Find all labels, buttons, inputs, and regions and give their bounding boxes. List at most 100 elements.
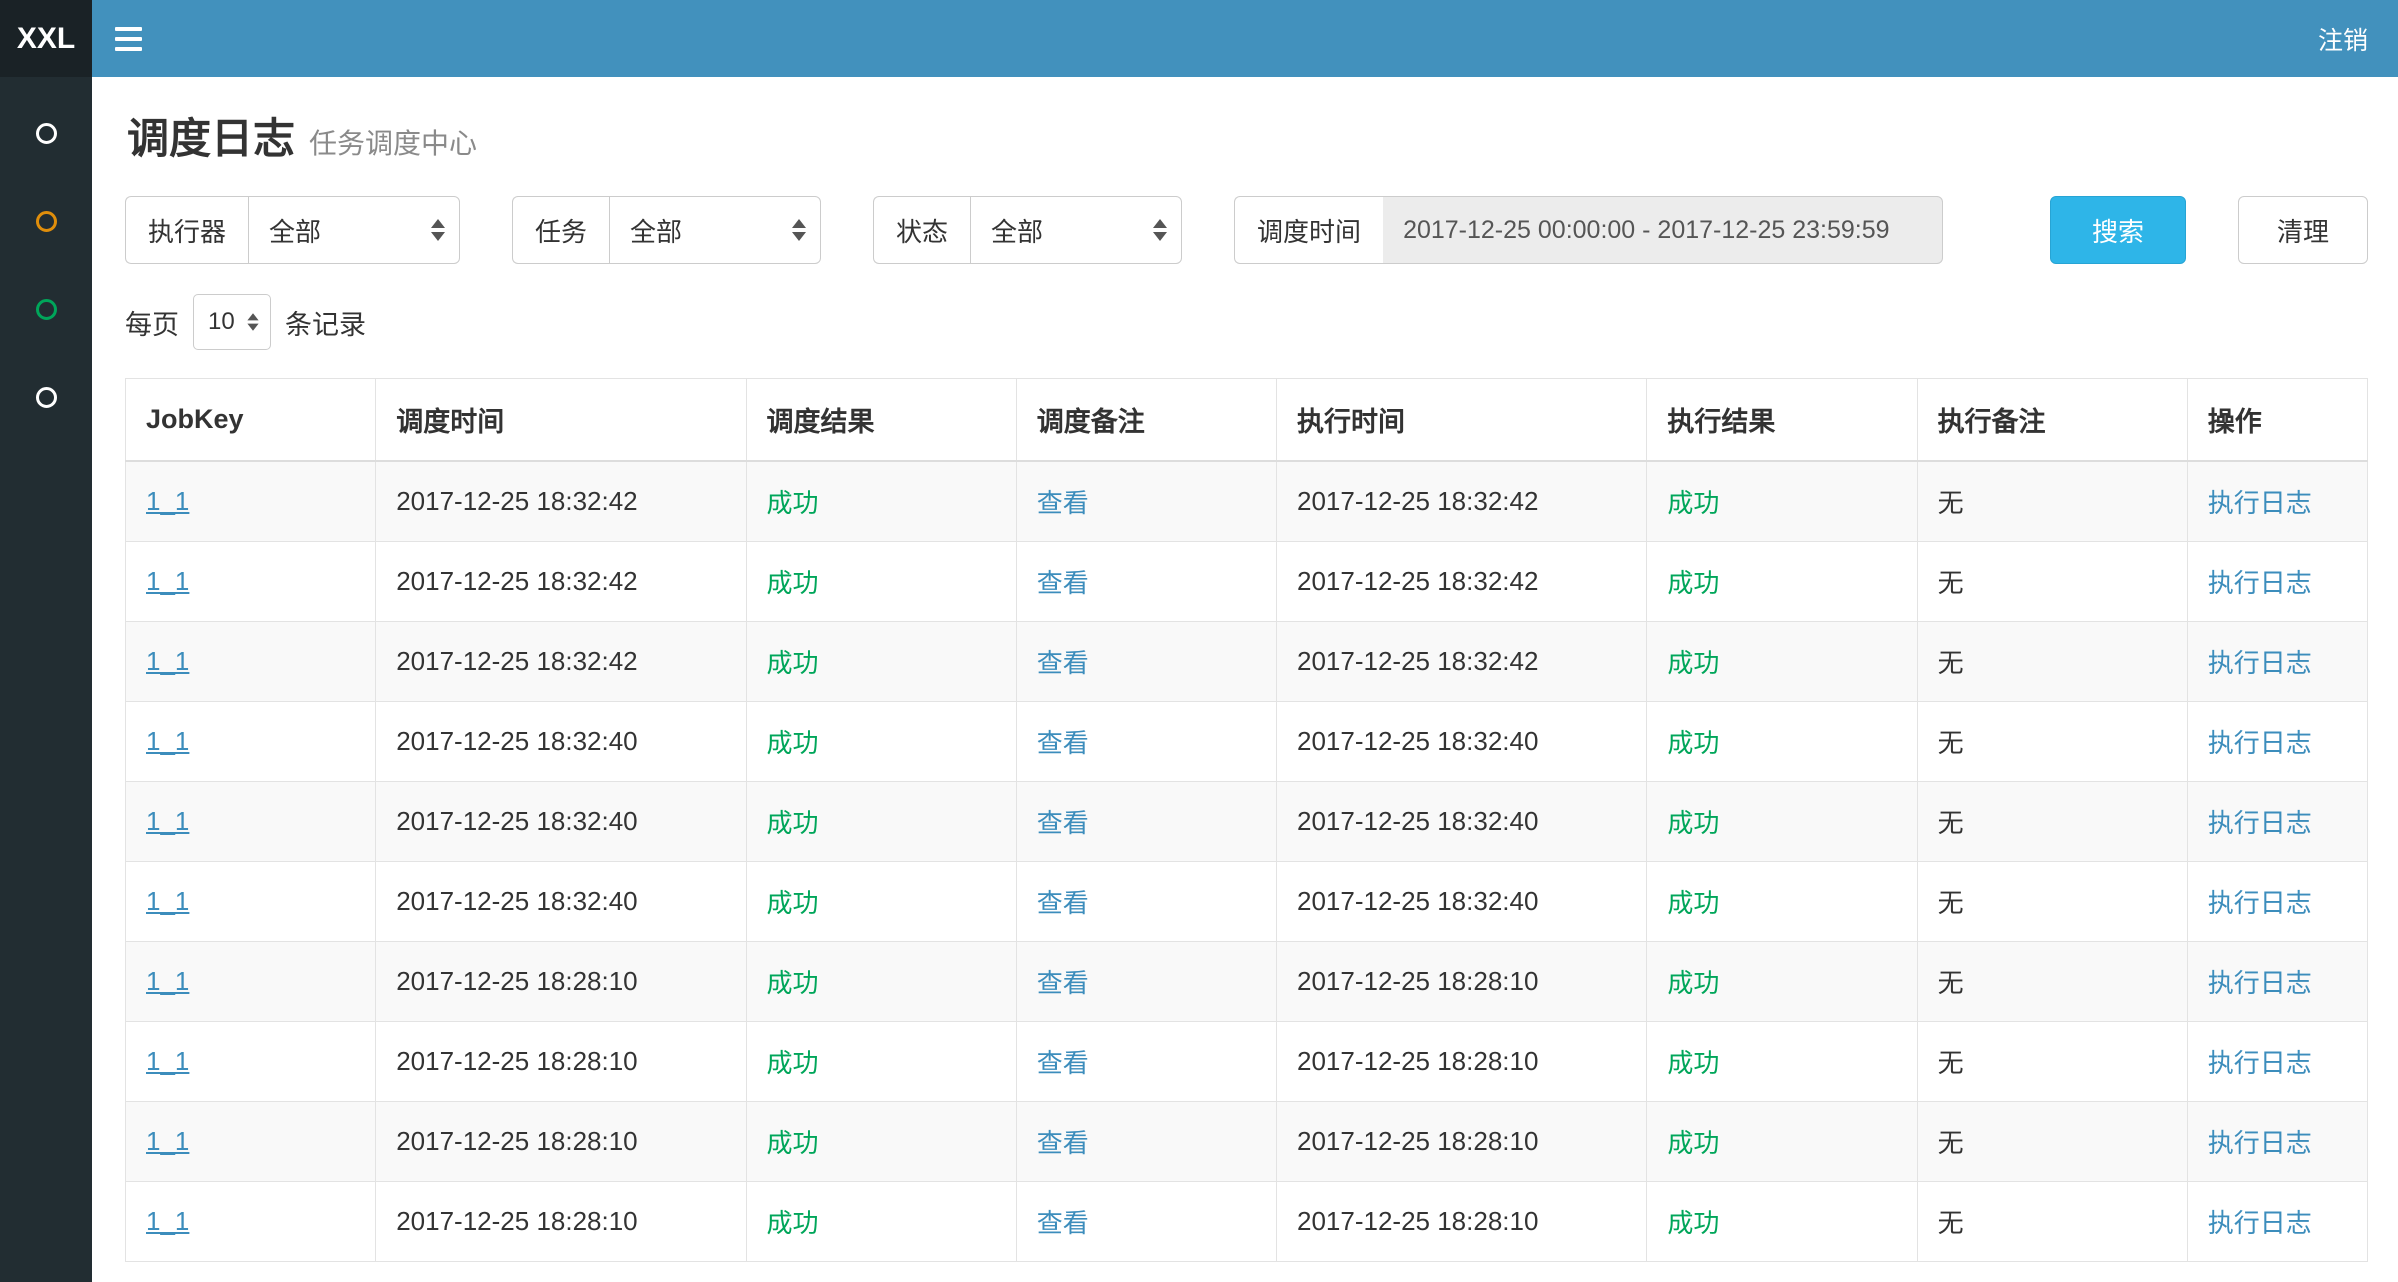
jobkey-link[interactable]: 1_1 xyxy=(146,646,189,676)
trigger-time-cell: 2017-12-25 18:28:10 xyxy=(376,1102,746,1182)
handle-result-text: 成功 xyxy=(1667,1048,1719,1078)
col-header-jobkey: JobKey xyxy=(126,379,376,462)
job-filter-label: 任务 xyxy=(512,196,609,264)
job-filter-group: 任务 全部 xyxy=(512,196,821,264)
trigger-time-range-input[interactable]: 2017-12-25 00:00:00 - 2017-12-25 23:59:5… xyxy=(1383,196,1943,264)
trigger-msg-link[interactable]: 查看 xyxy=(1037,568,1089,598)
col-header-trigger-msg: 调度备注 xyxy=(1016,379,1276,462)
handle-result-text: 成功 xyxy=(1667,568,1719,598)
table-row: 1_1 2017-12-25 18:32:42 成功 查看 2017-12-25… xyxy=(126,461,2368,542)
handle-result-text: 成功 xyxy=(1667,1128,1719,1158)
exec-log-link[interactable]: 执行日志 xyxy=(2208,888,2312,918)
search-button[interactable]: 搜索 xyxy=(2050,196,2186,264)
exec-log-link[interactable]: 执行日志 xyxy=(2208,488,2312,518)
page-subtitle: 任务调度中心 xyxy=(309,122,477,162)
trigger-result-text: 成功 xyxy=(767,1128,819,1158)
trigger-msg-link[interactable]: 查看 xyxy=(1037,488,1089,518)
trigger-time-cell: 2017-12-25 18:28:10 xyxy=(376,1182,746,1262)
trigger-msg-link[interactable]: 查看 xyxy=(1037,968,1089,998)
jobkey-link[interactable]: 1_1 xyxy=(146,806,189,836)
sidebar-item-1[interactable] xyxy=(0,89,92,177)
exec-log-link[interactable]: 执行日志 xyxy=(2208,728,2312,758)
select-stepper-icon xyxy=(1153,219,1167,241)
trigger-time-filter-label: 调度时间 xyxy=(1234,196,1383,264)
exec-log-link[interactable]: 执行日志 xyxy=(2208,808,2312,838)
log-table: JobKey 调度时间 调度结果 调度备注 执行时间 执行结果 执行备注 操作 … xyxy=(125,378,2368,1262)
page-size-prefix-label: 每页 xyxy=(125,303,179,342)
clear-button[interactable]: 清理 xyxy=(2238,196,2368,264)
trigger-time-cell: 2017-12-25 18:32:42 xyxy=(376,542,746,622)
trigger-msg-link[interactable]: 查看 xyxy=(1037,728,1089,758)
exec-log-link[interactable]: 执行日志 xyxy=(2208,1048,2312,1078)
exec-log-link[interactable]: 执行日志 xyxy=(2208,568,2312,598)
handle-msg-cell: 无 xyxy=(1917,1182,2187,1262)
circle-outline-icon xyxy=(36,123,57,144)
trigger-msg-link[interactable]: 查看 xyxy=(1037,1208,1089,1238)
handle-msg-cell: 无 xyxy=(1917,542,2187,622)
log-table-body: 1_1 2017-12-25 18:32:42 成功 查看 2017-12-25… xyxy=(126,461,2368,1262)
jobkey-link[interactable]: 1_1 xyxy=(146,566,189,596)
page-size-value: 10 xyxy=(208,308,235,336)
handle-msg-cell: 无 xyxy=(1917,942,2187,1022)
circle-outline-icon xyxy=(36,211,57,232)
handle-time-cell: 2017-12-25 18:32:42 xyxy=(1277,622,1647,702)
handle-msg-cell: 无 xyxy=(1917,782,2187,862)
circle-outline-icon xyxy=(36,299,57,320)
trigger-msg-link[interactable]: 查看 xyxy=(1037,648,1089,678)
trigger-msg-link[interactable]: 查看 xyxy=(1037,1048,1089,1078)
page-size-row: 每页 10 条记录 xyxy=(125,294,2368,350)
trigger-time-cell: 2017-12-25 18:32:40 xyxy=(376,782,746,862)
trigger-msg-link[interactable]: 查看 xyxy=(1037,888,1089,918)
exec-log-link[interactable]: 执行日志 xyxy=(2208,1208,2312,1238)
app-logo[interactable]: XXL xyxy=(0,0,92,77)
trigger-result-text: 成功 xyxy=(767,1208,819,1238)
exec-log-link[interactable]: 执行日志 xyxy=(2208,968,2312,998)
exec-log-link[interactable]: 执行日志 xyxy=(2208,648,2312,678)
trigger-time-cell: 2017-12-25 18:32:40 xyxy=(376,702,746,782)
sidebar-item-4[interactable] xyxy=(0,353,92,441)
handle-time-cell: 2017-12-25 18:32:42 xyxy=(1277,461,1647,542)
exec-log-link[interactable]: 执行日志 xyxy=(2208,1128,2312,1158)
status-filter-group: 状态 全部 xyxy=(873,196,1182,264)
handle-result-text: 成功 xyxy=(1667,968,1719,998)
handle-msg-cell: 无 xyxy=(1917,461,2187,542)
executor-select[interactable]: 全部 xyxy=(248,196,460,264)
status-filter-label: 状态 xyxy=(873,196,970,264)
page-size-select[interactable]: 10 xyxy=(193,294,271,350)
handle-time-cell: 2017-12-25 18:32:40 xyxy=(1277,782,1647,862)
col-header-handle-time: 执行时间 xyxy=(1277,379,1647,462)
select-stepper-icon xyxy=(431,219,445,241)
sidebar-item-3[interactable] xyxy=(0,265,92,353)
table-row: 1_1 2017-12-25 18:32:40 成功 查看 2017-12-25… xyxy=(126,782,2368,862)
jobkey-link[interactable]: 1_1 xyxy=(146,1046,189,1076)
select-stepper-icon xyxy=(792,219,806,241)
jobkey-link[interactable]: 1_1 xyxy=(146,886,189,916)
table-row: 1_1 2017-12-25 18:32:40 成功 查看 2017-12-25… xyxy=(126,862,2368,942)
jobkey-link[interactable]: 1_1 xyxy=(146,486,189,516)
status-select[interactable]: 全部 xyxy=(970,196,1182,264)
sidebar-toggle-icon[interactable] xyxy=(92,0,164,77)
trigger-time-cell: 2017-12-25 18:32:42 xyxy=(376,461,746,542)
logout-link[interactable]: 注销 xyxy=(2288,0,2398,77)
handle-time-cell: 2017-12-25 18:32:42 xyxy=(1277,542,1647,622)
jobkey-link[interactable]: 1_1 xyxy=(146,966,189,996)
jobkey-link[interactable]: 1_1 xyxy=(146,1206,189,1236)
jobkey-link[interactable]: 1_1 xyxy=(146,1126,189,1156)
table-row: 1_1 2017-12-25 18:32:40 成功 查看 2017-12-25… xyxy=(126,702,2368,782)
col-header-trigger-result: 调度结果 xyxy=(746,379,1016,462)
trigger-result-text: 成功 xyxy=(767,968,819,998)
handle-time-cell: 2017-12-25 18:28:10 xyxy=(1277,1022,1647,1102)
table-row: 1_1 2017-12-25 18:28:10 成功 查看 2017-12-25… xyxy=(126,1182,2368,1262)
sidebar-item-2[interactable] xyxy=(0,177,92,265)
trigger-result-text: 成功 xyxy=(767,808,819,838)
handle-result-text: 成功 xyxy=(1667,728,1719,758)
trigger-msg-link[interactable]: 查看 xyxy=(1037,808,1089,838)
trigger-time-cell: 2017-12-25 18:32:40 xyxy=(376,862,746,942)
circle-outline-icon xyxy=(36,387,57,408)
handle-msg-cell: 无 xyxy=(1917,862,2187,942)
job-select[interactable]: 全部 xyxy=(609,196,821,264)
trigger-msg-link[interactable]: 查看 xyxy=(1037,1128,1089,1158)
jobkey-link[interactable]: 1_1 xyxy=(146,726,189,756)
handle-time-cell: 2017-12-25 18:32:40 xyxy=(1277,702,1647,782)
col-header-handle-msg: 执行备注 xyxy=(1917,379,2187,462)
